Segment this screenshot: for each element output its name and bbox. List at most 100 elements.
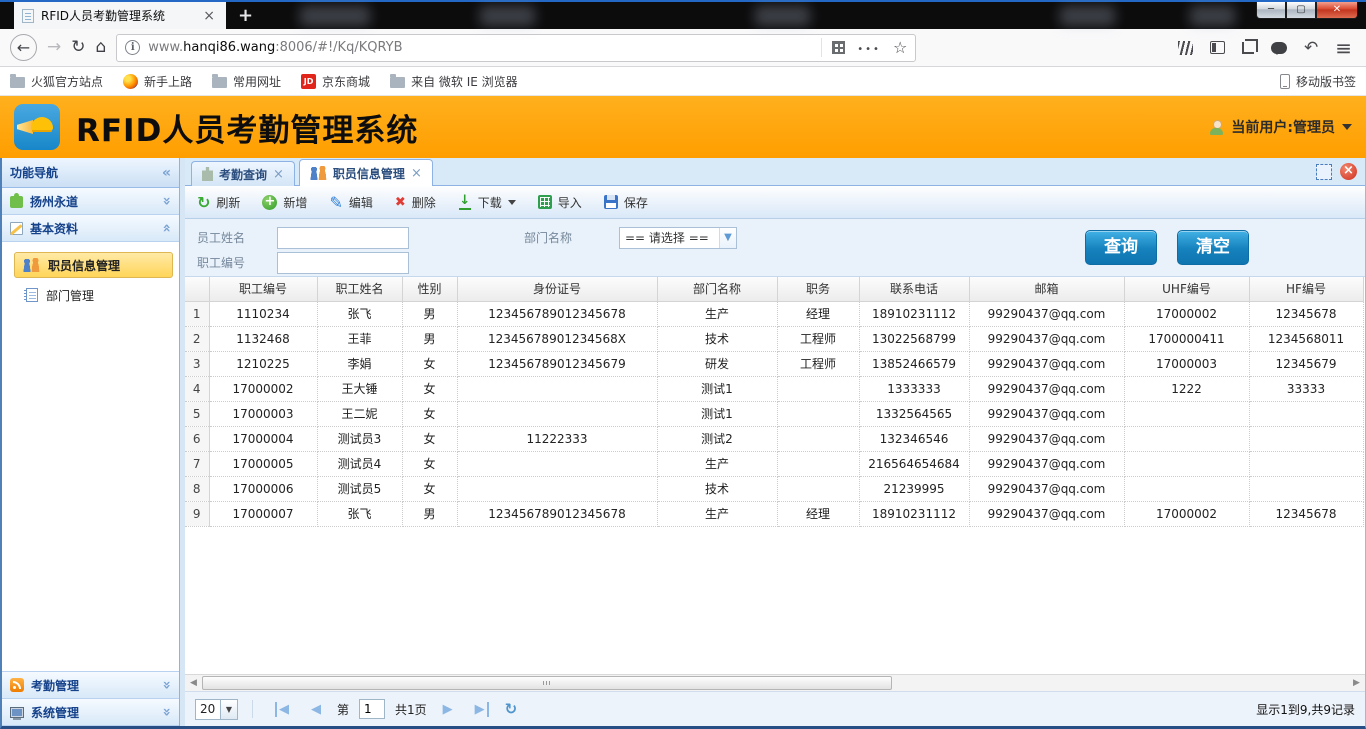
- sidebar-group-系统管理[interactable]: 系统管理»: [2, 699, 179, 726]
- bookmarks-bar: 火狐官方站点 新手上路 常用网址 京东商城 来自 微软 IE 浏览器 移动版书签: [0, 67, 1366, 96]
- first-page-button[interactable]: ◀: [275, 702, 295, 717]
- current-user-menu[interactable]: 当前用户:管理员: [1209, 117, 1352, 137]
- column-header[interactable]: 性别: [402, 277, 457, 301]
- page-size-chevron-icon[interactable]: [220, 700, 237, 719]
- column-header[interactable]: 部门名称: [657, 277, 777, 301]
- scrollbar-track[interactable]: [892, 675, 1348, 691]
- table-row[interactable]: 817000006测试员5女技术2123999599290437@qq.com: [185, 476, 1363, 501]
- url-text[interactable]: www.hanqi86.wang:8006/#!/Kq/KQRYB: [148, 40, 813, 55]
- column-header[interactable]: HF编号: [1249, 277, 1363, 301]
- table-cell: 17000005: [209, 451, 317, 476]
- tab-close-icon[interactable]: ×: [200, 8, 218, 24]
- reload-icon[interactable]: ↻: [71, 39, 85, 56]
- table-row[interactable]: 21132468王菲男12345678901234568X技术工程师130225…: [185, 326, 1363, 351]
- sidebar-item-部门管理[interactable]: 部门管理: [14, 282, 173, 308]
- toolbar-button-编辑[interactable]: 编辑: [329, 193, 372, 212]
- site-info-icon[interactable]: [125, 40, 140, 55]
- blurred-artifact: [480, 6, 535, 26]
- toolbar-button-删除[interactable]: 删除: [395, 194, 436, 211]
- scroll-right-icon[interactable]: ▶: [1348, 675, 1365, 691]
- toolbar-button-新增[interactable]: 新增: [262, 194, 307, 211]
- fullscreen-icon[interactable]: [1316, 164, 1332, 180]
- toolbar-button-下载[interactable]: 下载: [458, 194, 516, 211]
- table-row[interactable]: 517000003王二妮女测试1133256456599290437@qq.co…: [185, 401, 1363, 426]
- table-row[interactable]: 11110234张飞男123456789012345678生产经理1891023…: [185, 301, 1363, 326]
- chevron-down-icon[interactable]: [508, 200, 516, 209]
- tab-close-icon[interactable]: ×: [411, 166, 422, 181]
- bookmark-item[interactable]: 京东商城: [301, 73, 370, 90]
- table-cell: 99290437@qq.com: [969, 451, 1124, 476]
- next-page-button[interactable]: ▶: [437, 702, 459, 717]
- column-header[interactable]: 邮箱: [969, 277, 1124, 301]
- sidebar-item-职员信息管理[interactable]: 职员信息管理: [14, 252, 173, 278]
- table-cell: 1110234: [209, 301, 317, 326]
- toolbar-button-保存[interactable]: 保存: [604, 194, 648, 211]
- column-header[interactable]: 职务: [777, 277, 859, 301]
- bookmark-item[interactable]: 火狐官方站点: [10, 73, 103, 90]
- pager-refresh-icon[interactable]: ↻: [499, 700, 524, 718]
- new-tab-button[interactable]: +: [226, 2, 265, 29]
- table-row[interactable]: 917000007张飞男123456789012345678生产经理189102…: [185, 501, 1363, 526]
- table-row[interactable]: 717000005测试员4女生产21656465468499290437@qq.…: [185, 451, 1363, 476]
- table-cell: 99290437@qq.com: [969, 301, 1124, 326]
- employee-code-input[interactable]: [277, 252, 409, 274]
- page-size-combo[interactable]: 20: [195, 699, 238, 720]
- collapse-sidebar-icon[interactable]: «: [162, 165, 171, 181]
- scroll-left-icon[interactable]: ◀: [185, 675, 202, 691]
- table-row[interactable]: 417000002王大锤女测试1133333399290437@qq.com12…: [185, 376, 1363, 401]
- browser-tab[interactable]: RFID人员考勤管理系统 ×: [14, 0, 226, 29]
- column-header[interactable]: 职工编号: [209, 277, 317, 301]
- bookmark-mobile[interactable]: 移动版书签: [1280, 73, 1356, 90]
- prev-page-button[interactable]: ◀: [305, 702, 327, 717]
- screenshot-icon[interactable]: [1242, 42, 1254, 54]
- forward-icon[interactable]: →: [47, 39, 61, 56]
- library-icon[interactable]: [1178, 41, 1193, 55]
- table-cell: 216564654684: [859, 451, 969, 476]
- close-button[interactable]: ✕: [1316, 2, 1358, 19]
- table-row[interactable]: 31210225李娟女123456789012345679研发工程师138524…: [185, 351, 1363, 376]
- sidebar-group-基本资料[interactable]: 基本资料«: [2, 215, 179, 242]
- scrollbar-thumb[interactable]: [202, 676, 892, 690]
- toolbar-button-刷新[interactable]: 刷新: [197, 193, 240, 212]
- minimize-button[interactable]: ─: [1256, 2, 1286, 19]
- chat-icon[interactable]: [1271, 42, 1287, 54]
- table-cell: 男: [402, 326, 457, 351]
- maximize-button[interactable]: ▢: [1286, 2, 1316, 19]
- tab-职员信息管理[interactable]: 职员信息管理×: [299, 159, 433, 186]
- tab-考勤查询[interactable]: 考勤查询×: [191, 161, 295, 186]
- back-icon[interactable]: ←: [10, 34, 37, 61]
- column-header[interactable]: 联系电话: [859, 277, 969, 301]
- column-header[interactable]: 职工姓名: [317, 277, 402, 301]
- qr-code-icon[interactable]: [832, 41, 845, 54]
- bookmark-item[interactable]: 常用网址: [212, 73, 281, 90]
- menu-icon[interactable]: [1335, 36, 1352, 60]
- bookmark-item[interactable]: 来自 微软 IE 浏览器: [390, 73, 518, 90]
- department-select[interactable]: == 请选择 == ▼: [619, 227, 737, 249]
- table-row[interactable]: 617000004测试员3女11222333测试2132346546992904…: [185, 426, 1363, 451]
- blurred-artifact: [755, 6, 810, 26]
- sidebar-toggle-icon[interactable]: [1210, 41, 1225, 54]
- tab-close-icon[interactable]: ×: [273, 167, 284, 182]
- horizontal-scrollbar[interactable]: ◀ ▶: [185, 674, 1365, 691]
- bookmark-star-icon[interactable]: [893, 38, 907, 57]
- page-actions-icon[interactable]: [857, 41, 881, 55]
- last-page-button[interactable]: ▶: [469, 702, 489, 717]
- employee-name-input[interactable]: [277, 227, 409, 249]
- undo-icon[interactable]: [1304, 38, 1318, 58]
- home-icon[interactable]: ⌂: [96, 39, 107, 56]
- table-cell: 张飞: [317, 301, 402, 326]
- url-bar[interactable]: www.hanqi86.wang:8006/#!/Kq/KQRYB: [116, 34, 916, 62]
- page-number-input[interactable]: [359, 699, 385, 719]
- sidebar-group-考勤管理[interactable]: 考勤管理»: [2, 672, 179, 699]
- column-header[interactable]: 身份证号: [457, 277, 657, 301]
- bookmark-item[interactable]: 新手上路: [123, 73, 192, 90]
- clear-button[interactable]: 清空: [1177, 230, 1249, 265]
- sidebar-group-扬州永道[interactable]: 扬州永道»: [2, 188, 179, 215]
- blurred-artifact: [1060, 6, 1115, 26]
- query-button[interactable]: 查询: [1085, 230, 1157, 265]
- sidebar-groups-bottom: 考勤管理»系统管理»: [2, 671, 179, 726]
- column-header[interactable]: UHF编号: [1124, 277, 1249, 301]
- table-cell: 测试1: [657, 401, 777, 426]
- close-tab-panel-icon[interactable]: [1340, 163, 1357, 180]
- toolbar-button-导入[interactable]: 导入: [538, 194, 582, 211]
